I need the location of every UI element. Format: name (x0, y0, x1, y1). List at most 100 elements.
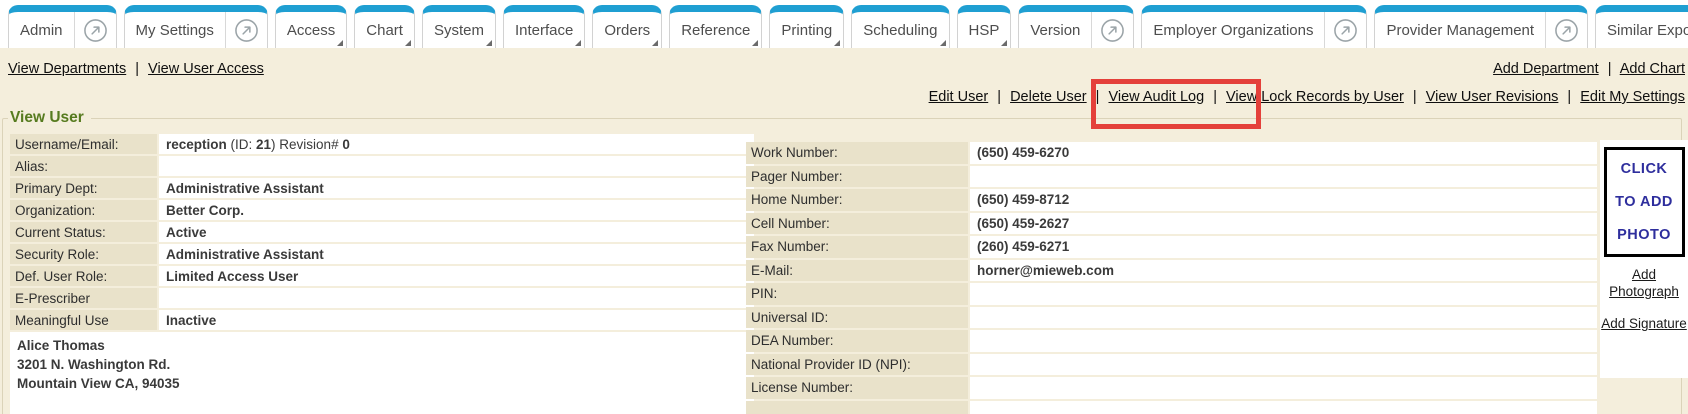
tab[interactable]: System (422, 5, 496, 48)
tab-label[interactable]: Reference (670, 22, 761, 39)
tab-label[interactable]: Orders (593, 22, 661, 39)
dropdown-caret-icon (337, 40, 343, 46)
tab[interactable]: Interface (503, 5, 585, 48)
open-in-new-window-icon[interactable] (225, 12, 267, 48)
delete-user-link[interactable]: Delete User (1010, 89, 1087, 105)
field-value: (650) 459-2627 (970, 213, 1597, 235)
view-lock-records-link[interactable]: View Lock Records by User (1226, 89, 1404, 105)
field-label: Meaningful Use (10, 310, 157, 330)
nav-links-right: Add Department | Add Chart (1493, 61, 1685, 77)
address-line: 3201 N. Washington Rd. (17, 355, 747, 374)
tab-label[interactable]: My Settings (125, 22, 225, 39)
tab[interactable]: My Settings (124, 5, 268, 48)
user-details-left-table: Username/Email: reception (ID: 21) Revis… (8, 132, 756, 414)
tab[interactable]: Access (275, 5, 347, 48)
tab[interactable]: Printing (769, 5, 844, 48)
placeholder-line: TO ADD (1607, 186, 1682, 219)
add-photo-placeholder[interactable]: CLICKTO ADDPHOTO (1604, 147, 1685, 257)
field-value: Limited Access User (159, 266, 754, 286)
table-row: Alias: (10, 156, 754, 176)
tab-label[interactable]: Version (1019, 22, 1091, 39)
field-label: Alias: (10, 156, 157, 176)
open-in-new-window-icon[interactable] (74, 12, 116, 48)
dropdown-caret-icon (405, 40, 411, 46)
open-in-new-window-icon[interactable] (1091, 12, 1133, 48)
field-label: Organization: (10, 200, 157, 220)
separator: | (135, 61, 139, 77)
tab-label[interactable]: Chart (355, 22, 414, 39)
tab-label[interactable]: Similar Exposure Groups (SEGs) (1596, 22, 1688, 39)
tab-label[interactable]: Interface (504, 22, 584, 39)
tab[interactable]: Scheduling (851, 5, 949, 48)
nav-links-left: View Departments | View User Access (8, 61, 264, 77)
dropdown-caret-icon (834, 40, 840, 46)
nav-link-row: View Departments | View User Access Add … (8, 61, 1685, 77)
add-signature-link[interactable]: Add Signature (1600, 315, 1688, 332)
separator: | (1213, 89, 1217, 105)
user-action-link-row: Edit User | Delete User | View Audit Log… (929, 89, 1685, 105)
table-row: Home Number: (650) 459-8712 (746, 189, 1597, 211)
view-departments-link[interactable]: View Departments (8, 61, 126, 77)
tab[interactable]: Reference (669, 5, 762, 48)
tab[interactable]: Version (1018, 5, 1134, 48)
tab[interactable]: Employer Organizations (1141, 5, 1367, 48)
dropdown-caret-icon (752, 40, 758, 46)
tab-label[interactable]: Access (276, 22, 346, 39)
table-row: Security Role: Administrative Assistant (10, 244, 754, 264)
open-in-new-window-icon[interactable] (1545, 12, 1587, 48)
table-row: Def. User Role: Limited Access User (10, 266, 754, 286)
address-line: Alice Thomas (17, 336, 747, 355)
tab-label[interactable]: System (423, 22, 495, 39)
tab-label[interactable]: Printing (770, 22, 843, 39)
field-value (970, 166, 1597, 188)
tab-label[interactable]: Scheduling (852, 22, 948, 39)
edit-user-link[interactable]: Edit User (929, 89, 989, 105)
field-label: Current Status: (10, 222, 157, 242)
tab[interactable]: Similar Exposure Groups (SEGs) (1595, 5, 1688, 48)
user-address-block: Alice Thomas3201 N. Washington Rd.Mounta… (10, 332, 754, 414)
user-details-right-table: Work Number: (650) 459-6270 Pager Number… (744, 140, 1599, 414)
id-value: 21 (256, 137, 271, 152)
separator: | (997, 89, 1001, 105)
tab[interactable]: Chart (354, 5, 415, 48)
view-user-access-link[interactable]: View User Access (148, 61, 264, 77)
field-label (746, 401, 968, 414)
view-audit-log-link[interactable]: View Audit Log (1108, 89, 1204, 105)
field-value (970, 330, 1597, 352)
table-row: Current Status: Active (10, 222, 754, 242)
tab-label[interactable]: HSP (958, 22, 1011, 39)
add-chart-link[interactable]: Add Chart (1620, 61, 1685, 77)
view-audit-log-highlight-wrap: View Audit Log (1108, 89, 1208, 105)
main-tab-bar: Admin My Settings Ac (0, 0, 1688, 48)
field-value: (260) 459-6271 (970, 236, 1597, 258)
field-label: Home Number: (746, 189, 968, 211)
view-user-page: Admin My Settings Ac (0, 0, 1688, 414)
tab[interactable]: Provider Management (1374, 5, 1588, 48)
tab-label[interactable]: Employer Organizations (1142, 22, 1324, 39)
field-value: Inactive (159, 310, 754, 330)
field-label: Work Number: (746, 142, 968, 164)
tab[interactable]: Admin (8, 5, 117, 48)
add-department-link[interactable]: Add Department (1493, 61, 1599, 77)
open-in-new-window-icon[interactable] (1324, 12, 1366, 48)
table-row: Fax Number: (260) 459-6271 (746, 236, 1597, 258)
tab[interactable]: HSP (957, 5, 1012, 48)
table-row: Pager Number: (746, 166, 1597, 188)
dropdown-caret-icon (1001, 40, 1007, 46)
field-label: National Provider ID (NPI): (746, 354, 968, 376)
dropdown-caret-icon (652, 40, 658, 46)
dropdown-caret-icon (575, 40, 581, 46)
field-value: Better Corp. (159, 200, 754, 220)
tab[interactable]: Orders (592, 5, 662, 48)
photo-panel: CLICKTO ADDPHOTO Add Photograph Add Sign… (1600, 140, 1688, 378)
field-label: Universal ID: (746, 307, 968, 329)
edit-my-settings-link[interactable]: Edit My Settings (1580, 89, 1685, 105)
tab-label[interactable]: Admin (9, 22, 74, 39)
separator: | (1608, 61, 1612, 77)
field-value (970, 283, 1597, 305)
revision-label: ) Revision# (271, 137, 342, 152)
tab-label[interactable]: Provider Management (1375, 22, 1545, 39)
add-photograph-link[interactable]: Add Photograph (1600, 266, 1688, 300)
view-user-revisions-link[interactable]: View User Revisions (1426, 89, 1559, 105)
field-label: Pager Number: (746, 166, 968, 188)
